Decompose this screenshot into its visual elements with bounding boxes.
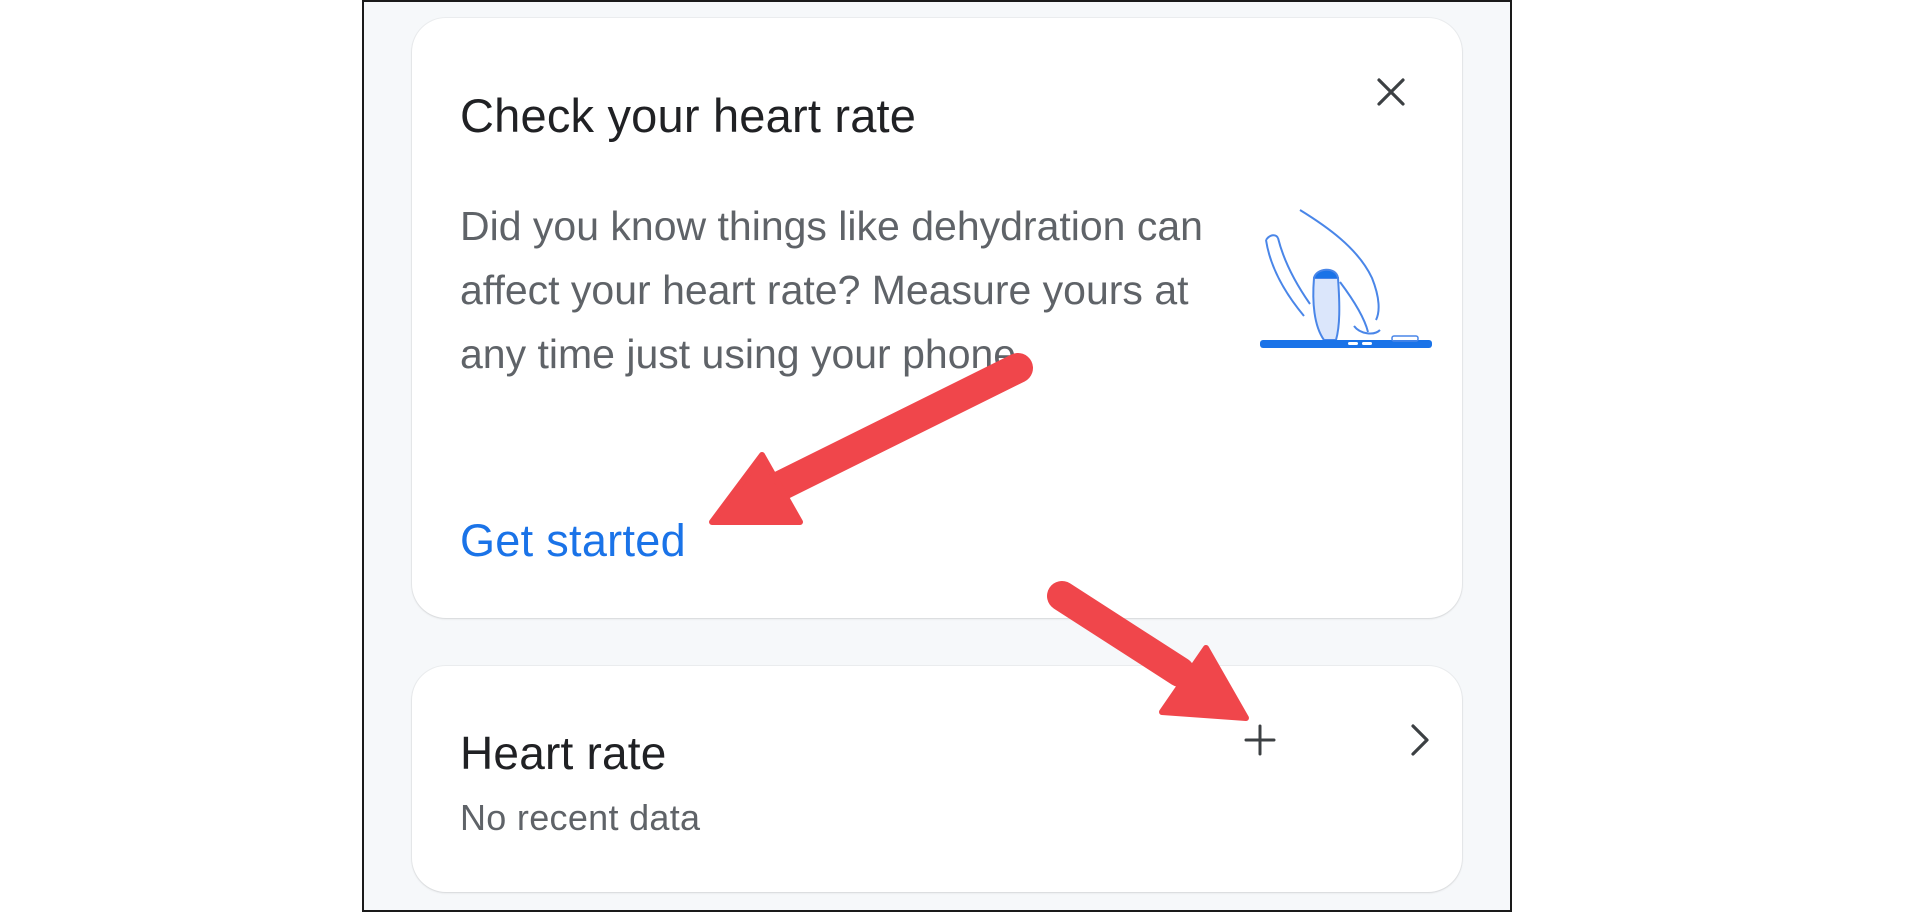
heart-rate-status: No recent data: [460, 797, 701, 838]
get-started-link[interactable]: Get started: [460, 515, 686, 567]
chevron-right-icon: [1411, 724, 1429, 756]
heart-rate-title: Heart rate: [460, 727, 667, 779]
open-heart-rate-button[interactable]: [1396, 716, 1444, 764]
plus-icon: [1244, 724, 1276, 756]
close-icon: [1377, 78, 1405, 106]
heart-rate-intro-card: Check your heart rate Did you know thing…: [412, 18, 1462, 618]
finger-on-phone-camera-illustration: [1260, 209, 1432, 348]
dismiss-button[interactable]: [1372, 73, 1410, 111]
app-screen: Check your heart rate Did you know thing…: [362, 0, 1512, 912]
heart-rate-card[interactable]: Heart rate No recent data: [412, 666, 1462, 892]
add-measurement-button[interactable]: [1236, 716, 1284, 764]
intro-card-title: Check your heart rate: [460, 89, 917, 142]
intro-card-body: Did you know things like dehydration can…: [460, 203, 1203, 377]
